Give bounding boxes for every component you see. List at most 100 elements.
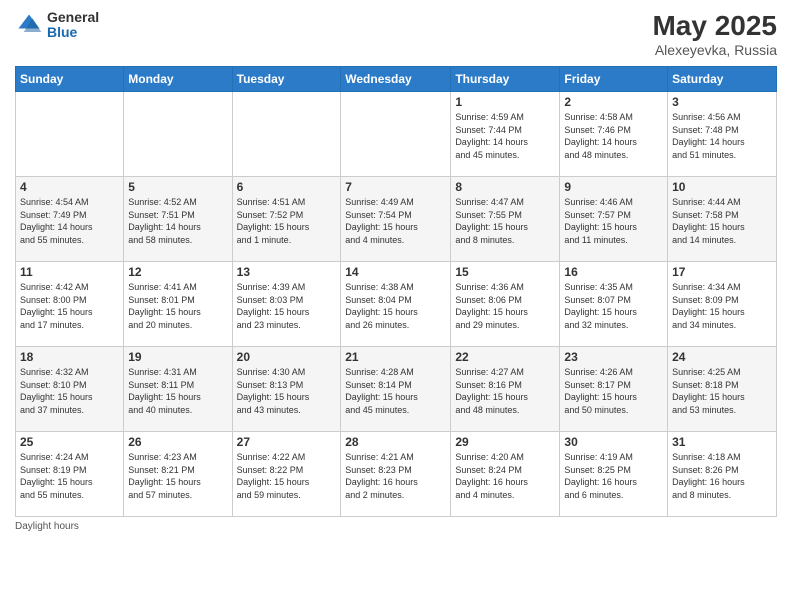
day-info: Sunrise: 4:38 AM Sunset: 8:04 PM Dayligh… (345, 281, 446, 331)
calendar-cell: 23 Sunrise: 4:26 AM Sunset: 8:17 PM Dayli… (560, 347, 668, 432)
calendar-cell: 6Sunrise: 4:51 AM Sunset: 7:52 PM Daylig… (232, 177, 341, 262)
day-info: Sunrise: 4:44 AM Sunset: 7:58 PM Dayligh… (672, 196, 772, 246)
calendar-cell (232, 92, 341, 177)
day-info: Sunrise: 4:52 AM Sunset: 7:51 PM Dayligh… (128, 196, 227, 246)
day-number: 19 (128, 350, 227, 364)
calendar-cell: 30Sunrise: 4:19 AM Sunset: 8:25 PM Dayli… (560, 432, 668, 517)
calendar-cell: 20 Sunrise: 4:30 AM Sunset: 8:13 PM Dayli… (232, 347, 341, 432)
day-info: Sunrise: 4:30 AM Sunset: 8:13 PM Dayligh… (237, 366, 337, 416)
day-number: 8 (455, 180, 555, 194)
calendar-cell: 22 Sunrise: 4:27 AM Sunset: 8:16 PM Dayli… (451, 347, 560, 432)
calendar-cell: 9 Sunrise: 4:46 AM Sunset: 7:57 PM Daylig… (560, 177, 668, 262)
footer-note: Daylight hours (15, 521, 777, 532)
day-info: Sunrise: 4:35 AM Sunset: 8:07 PM Dayligh… (564, 281, 663, 331)
day-info: Sunrise: 4:41 AM Sunset: 8:01 PM Dayligh… (128, 281, 227, 331)
day-info: Sunrise: 4:21 AM Sunset: 8:23 PM Dayligh… (345, 451, 446, 501)
day-info: Sunrise: 4:58 AM Sunset: 7:46 PM Dayligh… (564, 111, 663, 161)
day-number: 26 (128, 435, 227, 449)
day-number: 20 (237, 350, 337, 364)
calendar-cell: 7 Sunrise: 4:49 AM Sunset: 7:54 PM Daylig… (341, 177, 451, 262)
day-number: 3 (672, 95, 772, 109)
calendar-cell: 27Sunrise: 4:22 AM Sunset: 8:22 PM Dayli… (232, 432, 341, 517)
calendar-cell (341, 92, 451, 177)
month-title: May 2025 (652, 10, 777, 42)
header: General Blue May 2025 Alexeyevka, Russia (15, 10, 777, 58)
calendar-cell (16, 92, 124, 177)
day-number: 9 (564, 180, 663, 194)
logo-general: General (47, 10, 99, 25)
calendar-cell: 10Sunrise: 4:44 AM Sunset: 7:58 PM Dayli… (668, 177, 777, 262)
calendar-cell: 28 Sunrise: 4:21 AM Sunset: 8:23 PM Dayli… (341, 432, 451, 517)
day-info: Sunrise: 4:36 AM Sunset: 8:06 PM Dayligh… (455, 281, 555, 331)
day-number: 2 (564, 95, 663, 109)
calendar-day-header: Tuesday (232, 67, 341, 92)
calendar-day-header: Wednesday (341, 67, 451, 92)
calendar-cell: 15Sunrise: 4:36 AM Sunset: 8:06 PM Dayli… (451, 262, 560, 347)
calendar-cell: 1Sunrise: 4:59 AM Sunset: 7:44 PM Daylig… (451, 92, 560, 177)
calendar-cell: 24 Sunrise: 4:25 AM Sunset: 8:18 PM Dayli… (668, 347, 777, 432)
calendar-week-row: 1Sunrise: 4:59 AM Sunset: 7:44 PM Daylig… (16, 92, 777, 177)
calendar-day-header: Sunday (16, 67, 124, 92)
calendar-cell: 21Sunrise: 4:28 AM Sunset: 8:14 PM Dayli… (341, 347, 451, 432)
day-number: 1 (455, 95, 555, 109)
day-info: Sunrise: 4:26 AM Sunset: 8:17 PM Dayligh… (564, 366, 663, 416)
calendar-cell: 2 Sunrise: 4:58 AM Sunset: 7:46 PM Daylig… (560, 92, 668, 177)
day-info: Sunrise: 4:18 AM Sunset: 8:26 PM Dayligh… (672, 451, 772, 501)
day-info: Sunrise: 4:28 AM Sunset: 8:14 PM Dayligh… (345, 366, 446, 416)
calendar-cell: 13 Sunrise: 4:39 AM Sunset: 8:03 PM Dayli… (232, 262, 341, 347)
calendar-cell: 19Sunrise: 4:31 AM Sunset: 8:11 PM Dayli… (124, 347, 232, 432)
logo-text: General Blue (47, 10, 99, 41)
day-number: 13 (237, 265, 337, 279)
calendar-table: SundayMondayTuesdayWednesdayThursdayFrid… (15, 66, 777, 517)
day-number: 22 (455, 350, 555, 364)
calendar-week-row: 18 Sunrise: 4:32 AM Sunset: 8:10 PM Dayli… (16, 347, 777, 432)
location: Alexeyevka, Russia (652, 42, 777, 58)
calendar-day-header: Saturday (668, 67, 777, 92)
calendar-cell: 18 Sunrise: 4:32 AM Sunset: 8:10 PM Dayli… (16, 347, 124, 432)
day-number: 18 (20, 350, 119, 364)
day-info: Sunrise: 4:32 AM Sunset: 8:10 PM Dayligh… (20, 366, 119, 416)
day-info: Sunrise: 4:20 AM Sunset: 8:24 PM Dayligh… (455, 451, 555, 501)
calendar-cell: 12 Sunrise: 4:41 AM Sunset: 8:01 PM Dayli… (124, 262, 232, 347)
calendar-cell: 14 Sunrise: 4:38 AM Sunset: 8:04 PM Dayli… (341, 262, 451, 347)
logo-icon (15, 11, 43, 39)
calendar-cell: 5Sunrise: 4:52 AM Sunset: 7:51 PM Daylig… (124, 177, 232, 262)
calendar-week-row: 25 Sunrise: 4:24 AM Sunset: 8:19 PM Dayli… (16, 432, 777, 517)
calendar-cell: 29Sunrise: 4:20 AM Sunset: 8:24 PM Dayli… (451, 432, 560, 517)
day-number: 11 (20, 265, 119, 279)
calendar-day-header: Thursday (451, 67, 560, 92)
day-info: Sunrise: 4:27 AM Sunset: 8:16 PM Dayligh… (455, 366, 555, 416)
day-info: Sunrise: 4:49 AM Sunset: 7:54 PM Dayligh… (345, 196, 446, 246)
day-number: 25 (20, 435, 119, 449)
day-info: Sunrise: 4:46 AM Sunset: 7:57 PM Dayligh… (564, 196, 663, 246)
calendar-week-row: 11 Sunrise: 4:42 AM Sunset: 8:00 PM Dayli… (16, 262, 777, 347)
calendar-day-header: Monday (124, 67, 232, 92)
day-number: 28 (345, 435, 446, 449)
day-info: Sunrise: 4:39 AM Sunset: 8:03 PM Dayligh… (237, 281, 337, 331)
day-number: 17 (672, 265, 772, 279)
day-number: 24 (672, 350, 772, 364)
calendar-cell: 8 Sunrise: 4:47 AM Sunset: 7:55 PM Daylig… (451, 177, 560, 262)
calendar-cell (124, 92, 232, 177)
calendar-cell: 31 Sunrise: 4:18 AM Sunset: 8:26 PM Dayli… (668, 432, 777, 517)
calendar-week-row: 4Sunrise: 4:54 AM Sunset: 7:49 PM Daylig… (16, 177, 777, 262)
day-info: Sunrise: 4:24 AM Sunset: 8:19 PM Dayligh… (20, 451, 119, 501)
day-info: Sunrise: 4:47 AM Sunset: 7:55 PM Dayligh… (455, 196, 555, 246)
day-info: Sunrise: 4:54 AM Sunset: 7:49 PM Dayligh… (20, 196, 119, 246)
day-info: Sunrise: 4:25 AM Sunset: 8:18 PM Dayligh… (672, 366, 772, 416)
day-number: 12 (128, 265, 227, 279)
day-number: 7 (345, 180, 446, 194)
calendar-day-header: Friday (560, 67, 668, 92)
calendar-cell: 26Sunrise: 4:23 AM Sunset: 8:21 PM Dayli… (124, 432, 232, 517)
day-number: 16 (564, 265, 663, 279)
calendar-cell: 16 Sunrise: 4:35 AM Sunset: 8:07 PM Dayli… (560, 262, 668, 347)
day-number: 14 (345, 265, 446, 279)
day-info: Sunrise: 4:42 AM Sunset: 8:00 PM Dayligh… (20, 281, 119, 331)
calendar-cell: 17Sunrise: 4:34 AM Sunset: 8:09 PM Dayli… (668, 262, 777, 347)
day-info: Sunrise: 4:56 AM Sunset: 7:48 PM Dayligh… (672, 111, 772, 161)
day-number: 30 (564, 435, 663, 449)
day-number: 23 (564, 350, 663, 364)
day-number: 27 (237, 435, 337, 449)
day-number: 6 (237, 180, 337, 194)
day-number: 31 (672, 435, 772, 449)
